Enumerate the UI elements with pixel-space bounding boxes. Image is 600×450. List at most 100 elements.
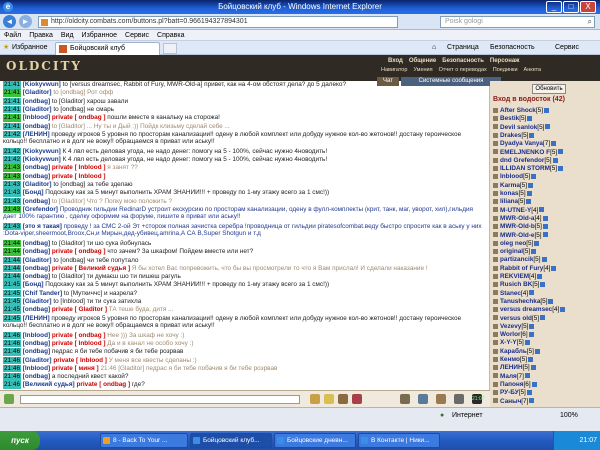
- player-info-icon[interactable]: [542, 232, 548, 238]
- message-author[interactable]: [ondbag]: [23, 248, 50, 255]
- message-author[interactable]: [Великий судья]: [23, 381, 75, 388]
- message-author[interactable]: [Gladitor]: [23, 89, 52, 96]
- message-time[interactable]: 21:41: [3, 97, 21, 106]
- player-entry[interactable]: partizancik[5]: [493, 256, 593, 264]
- clear-chat-icon[interactable]: [4, 394, 14, 404]
- player-name[interactable]: M-UTNE-Y: [500, 207, 531, 214]
- message-author[interactable]: [Бонд]: [23, 281, 44, 288]
- private-message-icon[interactable]: [493, 149, 498, 155]
- private-message-icon[interactable]: [493, 356, 498, 362]
- private-message-icon[interactable]: [493, 398, 498, 404]
- player-info-icon[interactable]: [534, 348, 540, 354]
- message-time[interactable]: 21:44: [3, 264, 21, 273]
- private-message-icon[interactable]: [493, 340, 498, 346]
- player-entry[interactable]: EMELJNENKO F[5]: [493, 149, 593, 157]
- message-author[interactable]: [Gladitor]: [23, 257, 52, 264]
- player-entry[interactable]: versus dreamsec[4]: [493, 306, 593, 314]
- message-author[interactable]: [ondbag]: [23, 306, 50, 313]
- menu-help[interactable]: Справка: [153, 30, 188, 41]
- new-tab-button[interactable]: [163, 43, 177, 54]
- player-entry[interactable]: MWR-Old-a[4]: [493, 215, 593, 223]
- maximize-button[interactable]: □: [563, 1, 579, 13]
- private-message-icon[interactable]: [493, 232, 498, 238]
- message-time[interactable]: 21:46: [3, 331, 21, 340]
- message-author[interactable]: [ondbag]: [23, 173, 50, 180]
- player-entry[interactable]: After Shock[5]: [493, 107, 593, 115]
- player-entry[interactable]: Tanushechka[5]: [493, 298, 593, 306]
- message-author[interactable]: [ondbag]: [23, 340, 50, 347]
- player-entry[interactable]: Bestik[5]: [493, 115, 593, 123]
- player-name[interactable]: REKVIEM: [500, 273, 529, 280]
- player-info-icon[interactable]: [558, 165, 564, 171]
- player-name[interactable]: Маля: [500, 373, 517, 380]
- player-info-icon[interactable]: [527, 116, 533, 122]
- message-time[interactable]: 21:43: [3, 197, 21, 206]
- message-author[interactable]: [Chif Tander]: [23, 290, 62, 297]
- player-name[interactable]: MWR-Old-b: [500, 223, 535, 230]
- lock-icon[interactable]: [454, 394, 464, 404]
- message-author[interactable]: [ondbag]: [23, 273, 50, 280]
- menu-file[interactable]: Файл: [0, 30, 25, 41]
- message-author[interactable]: [Kiokyvwun]: [23, 81, 61, 88]
- private-target[interactable]: private [ Gladitor ]: [52, 306, 107, 313]
- private-message-icon[interactable]: [493, 298, 498, 304]
- player-info-icon[interactable]: [543, 107, 549, 113]
- browser-tab-active[interactable]: Бойцовский клуб: [55, 42, 160, 55]
- start-button[interactable]: пуск: [0, 431, 40, 450]
- message-time[interactable]: 21:45: [3, 314, 21, 323]
- message-time[interactable]: 21:46: [3, 364, 21, 373]
- nav-chat[interactable]: Общение: [406, 57, 439, 65]
- player-info-icon[interactable]: [545, 124, 551, 130]
- message-time[interactable]: 21:42: [3, 147, 21, 156]
- menu-tools[interactable]: Сервис: [121, 30, 153, 41]
- nav-profile[interactable]: Анкета: [521, 66, 545, 74]
- player-info-icon[interactable]: [558, 149, 564, 155]
- player-info-icon[interactable]: [551, 265, 557, 271]
- message-time[interactable]: 21:43: [3, 181, 21, 189]
- player-name[interactable]: konas: [500, 190, 518, 197]
- player-entry[interactable]: ЛЕНИН[5]: [493, 364, 593, 372]
- message-author[interactable]: [Grefendor]: [23, 206, 58, 213]
- settings-icon[interactable]: [400, 394, 410, 404]
- player-info-icon[interactable]: [541, 257, 547, 263]
- taskbar-item-ie-diaries[interactable]: Бойцовские дневн...: [274, 433, 356, 448]
- player-name[interactable]: dnd Grefendor: [500, 157, 544, 164]
- private-message-icon[interactable]: [493, 282, 498, 288]
- player-entry[interactable]: Karma[5]: [493, 182, 593, 190]
- message-time[interactable]: 21:46: [3, 339, 21, 348]
- private-message-icon[interactable]: [493, 248, 498, 254]
- player-name[interactable]: Кенмо: [500, 356, 520, 363]
- tools-menu[interactable]: Сервис: [555, 42, 579, 54]
- player-name[interactable]: Rusich BK: [500, 281, 532, 288]
- nav-transfers[interactable]: Отчет о переводах: [436, 66, 490, 74]
- player-name[interactable]: After Shock: [500, 107, 536, 114]
- message-author[interactable]: [ondbag]: [23, 123, 50, 130]
- player-info-icon[interactable]: [560, 307, 566, 312]
- private-message-icon[interactable]: [493, 199, 498, 205]
- player-info-icon[interactable]: [529, 398, 535, 404]
- message-author[interactable]: [ЛЕНИН]: [23, 131, 50, 138]
- message-time[interactable]: 21:44: [3, 239, 21, 248]
- player-info-icon[interactable]: [529, 132, 535, 138]
- message-time[interactable]: 21:46: [3, 381, 21, 389]
- private-message-icon[interactable]: [493, 390, 498, 395]
- player-name[interactable]: Drakes: [500, 132, 521, 139]
- message-author[interactable]: [ondbag]: [23, 164, 50, 171]
- player-info-icon[interactable]: [527, 356, 533, 362]
- player-name[interactable]: Tanushechka: [500, 298, 540, 305]
- message-time[interactable]: 21:44: [3, 256, 21, 264]
- message-time[interactable]: 21:43: [3, 172, 21, 181]
- player-entry[interactable]: Stanec[4]: [493, 290, 593, 298]
- smiles-icon[interactable]: [324, 394, 334, 404]
- player-entry[interactable]: X-Y-Y[5]: [493, 339, 593, 347]
- menu-view[interactable]: Вид: [57, 30, 78, 41]
- favorites-button[interactable]: Избранное: [12, 42, 47, 54]
- nav-security[interactable]: Безопасность: [439, 57, 487, 65]
- player-info-icon[interactable]: [528, 182, 534, 188]
- site-logo[interactable]: OLDCITY: [6, 59, 82, 73]
- player-info-icon[interactable]: [529, 323, 535, 329]
- home-icon[interactable]: ⌂: [432, 42, 436, 54]
- private-message-icon[interactable]: [493, 174, 498, 180]
- player-info-icon[interactable]: [542, 224, 548, 229]
- message-time[interactable]: 21:44: [3, 273, 21, 281]
